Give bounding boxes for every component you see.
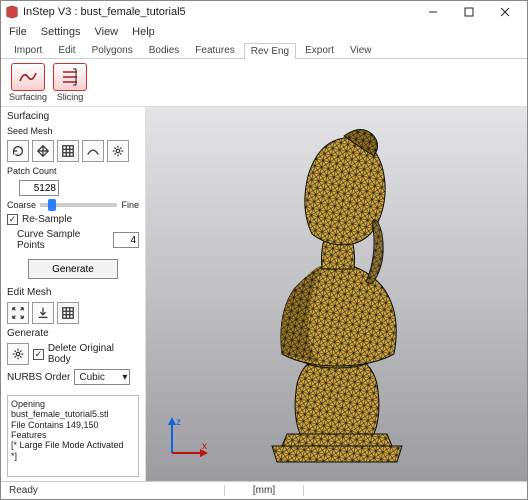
chevron-down-icon: ▾ <box>122 372 127 383</box>
tab-edit[interactable]: Edit <box>51 42 82 58</box>
nurbs-order-select[interactable]: Cubic ▾ <box>74 369 130 385</box>
resample-label: Re-Sample <box>22 214 72 225</box>
surfacing-group-label: Surfacing <box>7 111 139 122</box>
patch-count-label: Patch Count <box>7 166 139 176</box>
tab-polygons[interactable]: Polygons <box>85 42 140 58</box>
menu-file[interactable]: File <box>9 26 27 38</box>
axis-z-label: z <box>176 417 181 428</box>
curve-points-input[interactable] <box>113 232 139 248</box>
seed-mesh-label: Seed Mesh <box>7 126 139 136</box>
delete-original-label: Delete Original Body <box>48 343 139 365</box>
patch-count-input[interactable] <box>19 180 59 196</box>
window-title: InStep V3 : bust_female_tutorial5 <box>23 6 415 18</box>
log-line: [* Large File Mode Activated <box>11 440 135 450</box>
tab-export[interactable]: Export <box>298 42 341 58</box>
model-bust <box>222 114 452 474</box>
curve-points-label: Curve Sample Points <box>17 229 109 251</box>
edit-mesh-label: Edit Mesh <box>7 287 139 298</box>
resample-checkbox[interactable]: ✓ <box>7 214 18 225</box>
slicing-label: Slicing <box>57 92 84 102</box>
log-line: bust_female_tutorial5.stl <box>11 409 135 419</box>
generate-seed-button[interactable]: Generate <box>28 259 118 279</box>
menu-view[interactable]: View <box>94 26 118 38</box>
side-panel: Surfacing Seed Mesh Patch Count Coarse F… <box>1 107 146 481</box>
log-line: File Contains 149,150 Features <box>11 420 135 441</box>
seed-settings-icon[interactable] <box>107 140 129 162</box>
seed-grid-icon[interactable] <box>57 140 79 162</box>
close-button[interactable] <box>487 1 523 23</box>
status-units: [mm] <box>224 485 304 496</box>
seed-mesh-icon[interactable] <box>32 140 54 162</box>
viewport-3d[interactable]: z x <box>146 107 527 481</box>
tab-import[interactable]: Import <box>7 42 49 58</box>
app-icon <box>5 5 19 19</box>
seed-refresh-icon[interactable] <box>7 140 29 162</box>
menu-settings[interactable]: Settings <box>41 26 81 38</box>
edit-export-icon[interactable] <box>32 302 54 324</box>
ribbon: Surfacing Slicing <box>1 59 527 107</box>
minimize-button[interactable] <box>415 1 451 23</box>
statusbar: Ready [mm] <box>1 481 527 499</box>
axis-gizmo: z x <box>162 413 212 463</box>
log-console[interactable]: Opening bust_female_tutorial5.stl File C… <box>7 395 139 477</box>
tabbar: Import Edit Polygons Bodies Features Rev… <box>1 41 527 59</box>
tab-rev-eng[interactable]: Rev Eng <box>244 43 296 59</box>
patch-density-slider[interactable] <box>40 203 117 207</box>
nurbs-order-label: NURBS Order <box>7 372 70 383</box>
menu-help[interactable]: Help <box>132 26 155 38</box>
tab-view[interactable]: View <box>343 42 379 58</box>
menubar: File Settings View Help <box>1 23 527 41</box>
delete-original-checkbox[interactable]: ✓ <box>33 349 44 360</box>
workspace: Surfacing Seed Mesh Patch Count Coarse F… <box>1 107 527 481</box>
tab-bodies[interactable]: Bodies <box>142 42 187 58</box>
status-ready: Ready <box>9 485 224 496</box>
generate-settings-icon[interactable] <box>7 343 29 365</box>
tab-features[interactable]: Features <box>188 42 241 58</box>
maximize-button[interactable] <box>451 1 487 23</box>
axis-x-label: x <box>202 441 207 452</box>
titlebar: InStep V3 : bust_female_tutorial5 <box>1 1 527 23</box>
edit-grid-icon[interactable] <box>57 302 79 324</box>
nurbs-order-value: Cubic <box>79 372 105 383</box>
log-line: Opening <box>11 399 135 409</box>
coarse-label: Coarse <box>7 200 36 210</box>
seed-curve-icon[interactable] <box>82 140 104 162</box>
surfacing-label: Surfacing <box>9 92 47 102</box>
surfacing-button[interactable] <box>11 63 45 91</box>
generate-group-label: Generate <box>7 328 139 339</box>
edit-expand-icon[interactable] <box>7 302 29 324</box>
log-line: *] <box>11 451 135 461</box>
slicing-button[interactable] <box>53 63 87 91</box>
fine-label: Fine <box>121 200 139 210</box>
